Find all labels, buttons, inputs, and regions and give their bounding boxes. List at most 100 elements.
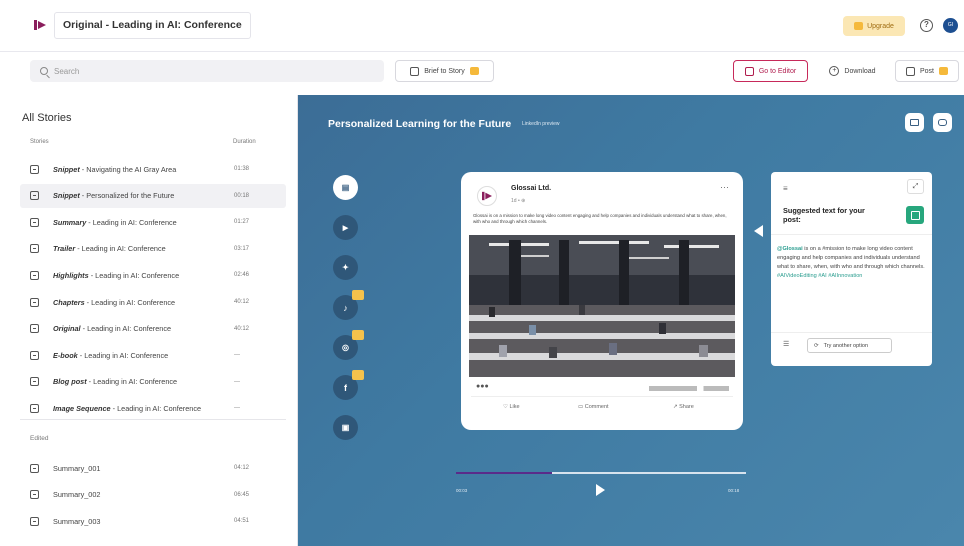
help-icon[interactable]: ? — [920, 19, 933, 32]
linkedin-icon[interactable]: ▤ — [333, 175, 358, 200]
comment-button[interactable]: ▭ Comment — [578, 404, 609, 410]
youtube-icon[interactable]: ▶ — [333, 215, 358, 240]
share-button[interactable]: ↗ Share — [673, 404, 694, 410]
video-icon — [30, 516, 39, 526]
story-kind: Summary — [53, 217, 87, 227]
preview-area: Personalized Learning for the Future Lin… — [298, 95, 964, 546]
brief-to-story-button[interactable]: Brief to Story — [395, 60, 494, 82]
story-kind: E-book — [53, 350, 78, 360]
play-icon[interactable] — [596, 484, 605, 496]
story-kind: Chapters — [53, 297, 85, 307]
reactions-icon: ●●● — [476, 383, 489, 390]
story-duration: 00:18 — [234, 192, 250, 199]
edited-duration: 04:51 — [234, 518, 250, 524]
images-icon — [30, 403, 39, 413]
story-label: Original - Leading in AI: Conference — [53, 324, 233, 333]
story-kind: Snippet — [53, 164, 80, 174]
more-options-icon[interactable]: ··· — [720, 182, 729, 192]
story-title: - Leading in AI: Conference — [80, 324, 172, 334]
edit-icon — [744, 66, 754, 76]
story-duration: --- — [234, 378, 240, 385]
story-row[interactable]: Highlights - Leading in AI: Conference 02… — [20, 263, 286, 287]
story-row[interactable]: Image Sequence - Leading in AI: Conferen… — [20, 396, 286, 420]
sidebar-title: All Stories — [22, 112, 72, 124]
story-duration: --- — [234, 352, 240, 359]
share-label: Share — [679, 404, 694, 410]
story-row[interactable]: Chapters - Leading in AI: Conference 40:1… — [20, 290, 286, 314]
post-image — [469, 235, 735, 377]
calendar-icon[interactable]: ▣ — [333, 415, 358, 440]
comment-label: Comment — [584, 404, 609, 410]
try-another-option-button[interactable]: ⟳ Try another option — [807, 338, 892, 353]
crown-icon — [352, 290, 364, 300]
hashtags: #AIVideoEditing #AI #AIInnovation — [777, 272, 863, 279]
edited-row[interactable]: Summary_001 04:12 — [20, 456, 286, 480]
like-label: Like — [509, 404, 520, 410]
download-button[interactable]: + Download — [820, 60, 885, 82]
story-label: Highlights - Leading in AI: Conference — [53, 271, 233, 280]
edited-row[interactable]: Summary_003 04:51 — [20, 509, 286, 533]
story-row[interactable]: Original - Leading in AI: Conference 40:1… — [20, 317, 286, 341]
story-duration: 40:12 — [234, 299, 250, 305]
post-button[interactable]: Post — [895, 60, 959, 82]
upgrade-button[interactable]: Upgrade — [843, 16, 905, 36]
story-duration: 40:12 — [234, 325, 250, 332]
expand-icon[interactable]: ⤢ — [907, 179, 924, 194]
settings-icon[interactable]: ☰ — [783, 340, 789, 348]
current-time: 00:03 — [456, 488, 468, 493]
try-another-label: Try another option — [823, 342, 869, 349]
document-icon — [410, 66, 420, 76]
story-row[interactable]: Summary - Leading in AI: Conference 01:27 — [20, 210, 286, 234]
story-row[interactable]: E-book - Leading in AI: Conference --- — [20, 343, 286, 367]
facebook-icon[interactable]: f — [333, 370, 364, 400]
story-duration: 03:17 — [234, 245, 250, 252]
linkedin-post-preview: Glossai Ltd. 1d • ⊕ ··· Glossai is on a … — [461, 172, 743, 430]
story-kind: Highlights — [53, 270, 89, 280]
search-input[interactable]: Search — [30, 60, 384, 82]
subtitles-icon[interactable] — [905, 113, 924, 132]
panel-pointer — [754, 225, 763, 237]
post-text: Glossai is on a mission to make long vid… — [473, 213, 727, 224]
volume-icon[interactable] — [933, 113, 952, 132]
document-icon — [30, 377, 39, 387]
copy-icon[interactable] — [906, 206, 924, 224]
preview-subtitle: LinkedIn preview — [522, 121, 560, 127]
book-icon — [30, 350, 39, 360]
company-logo-icon — [477, 186, 497, 206]
go-to-editor-button[interactable]: Go to Editor — [733, 60, 808, 82]
story-label: Blog post - Leading in AI: Conference — [53, 377, 233, 386]
story-duration: --- — [234, 405, 240, 412]
story-title: - Leading in AI: Conference — [110, 403, 202, 413]
story-row[interactable]: Blog post - Leading in AI: Conference --- — [20, 370, 286, 394]
instagram-icon[interactable]: ◎ — [333, 330, 364, 360]
crown-icon — [352, 370, 364, 380]
twitter-icon[interactable]: ✦ — [333, 255, 358, 280]
story-title: - Leading in AI: Conference — [84, 297, 176, 307]
story-title: - Personalized for the Future — [79, 191, 175, 201]
story-row[interactable]: Trailer - Leading in AI: Conference 03:17 — [20, 237, 286, 261]
stories-column-header: Stories — [30, 139, 49, 145]
mention: @Glossai — [777, 246, 803, 252]
menu-icon[interactable]: ≡ — [783, 184, 788, 193]
post-meta: 1d • ⊕ — [511, 198, 526, 204]
edited-duration: 06:45 — [234, 491, 250, 498]
app-logo-icon[interactable] — [34, 19, 46, 31]
story-row[interactable]: Snippet - Personalized for the Future 00:… — [20, 183, 286, 208]
story-label: Snippet - Personalized for the Future — [53, 191, 233, 200]
like-button[interactable]: ♡ Like — [503, 404, 520, 410]
tiktok-icon[interactable]: ♪ — [333, 290, 364, 320]
edited-row[interactable]: Summary_002 06:45 — [20, 483, 286, 507]
total-time: 00:18 — [728, 488, 740, 493]
video-icon — [30, 297, 39, 307]
story-row[interactable]: Snippet - Navigating the AI Gray Area 01:… — [20, 157, 286, 181]
avatar[interactable]: GI — [943, 18, 958, 33]
story-kind: Blog post — [53, 377, 87, 387]
duration-column-header: Duration — [233, 139, 256, 145]
story-title: - Leading in AI: Conference — [86, 377, 178, 387]
story-kind: Snippet — [53, 191, 80, 201]
edited-section-label: Edited — [30, 435, 49, 442]
brief-to-story-label: Brief to Story — [424, 67, 465, 75]
download-icon: + — [829, 66, 840, 76]
suggested-text-panel: ≡ ⤢ Suggested text for your post: @Gloss… — [771, 172, 932, 366]
document-title[interactable]: Original - Leading in AI: Conference — [54, 12, 251, 39]
